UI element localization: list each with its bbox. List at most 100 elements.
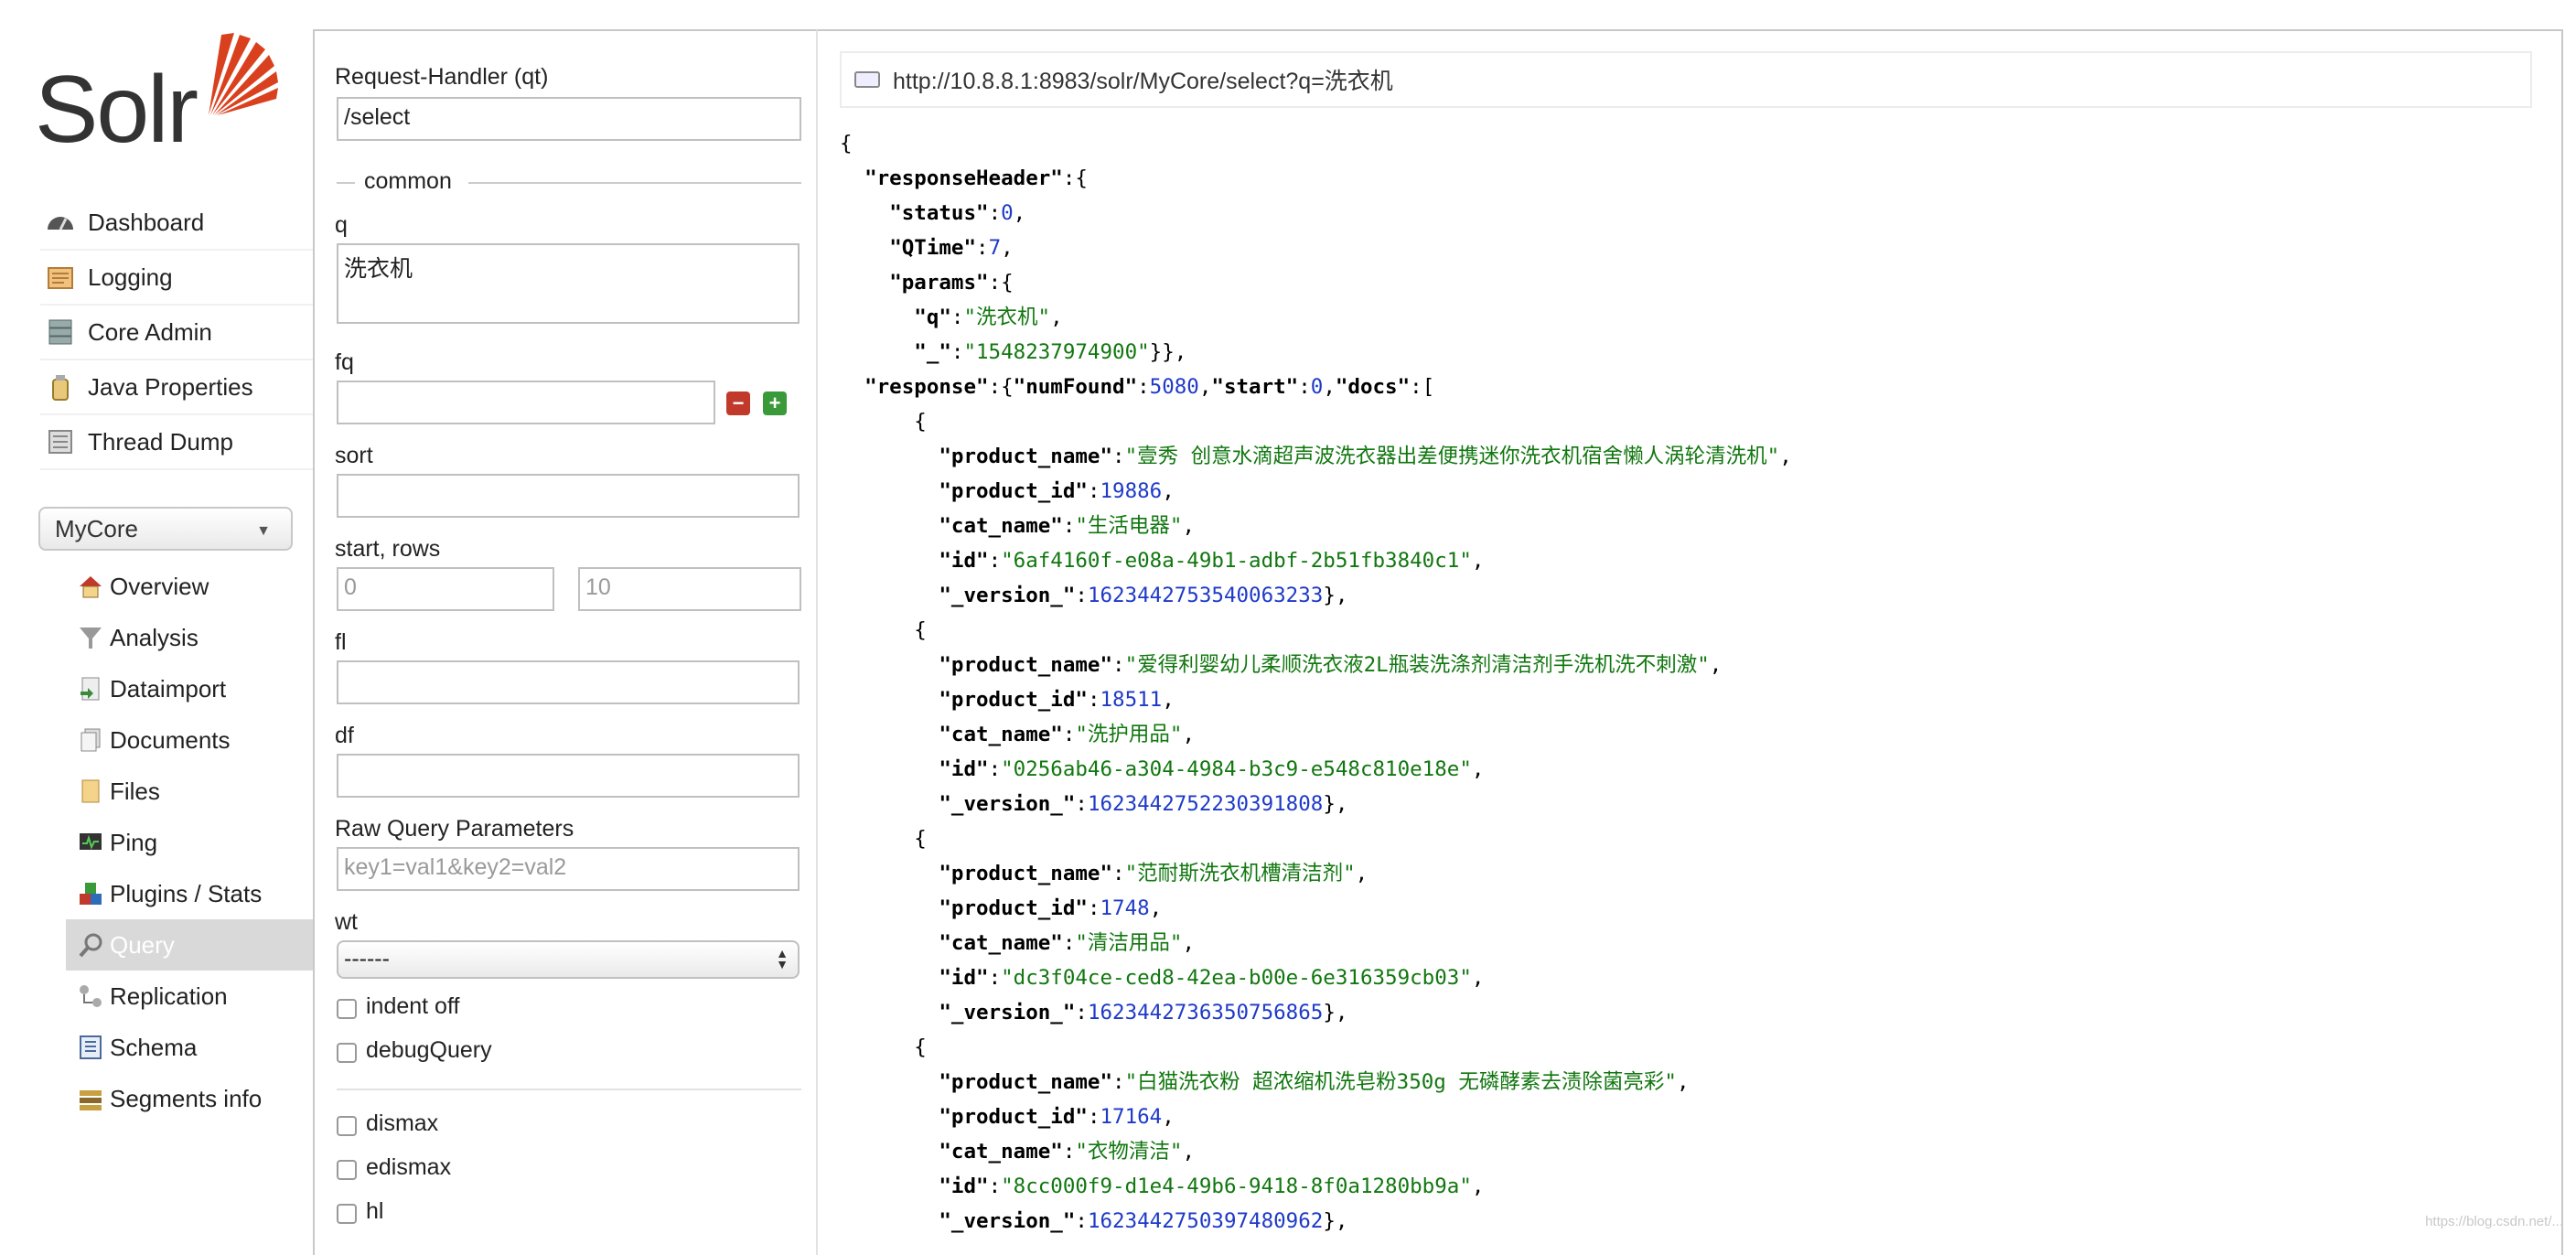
thread-dump-icon: [46, 427, 75, 456]
df-input[interactable]: [337, 754, 800, 798]
core-item-ping[interactable]: Ping: [66, 817, 313, 868]
doc-id: "6af4160f-e08a-49b1-adbf-2b51fb3840c1": [1001, 549, 1472, 573]
doc-id: "dc3f04ce-ced8-42ea-b00e-6e316359cb03": [1001, 966, 1472, 990]
java-properties-icon: [46, 372, 75, 402]
wt-select[interactable]: ------ ▲ ▼: [337, 940, 800, 979]
section-divider: [337, 1089, 801, 1090]
doc-id: "0256ab46-a304-4984-b3c9-e548c810e18e": [1001, 757, 1472, 781]
core-item-schema[interactable]: Schema: [66, 1022, 313, 1073]
analysis-funnel-icon: [77, 624, 104, 651]
wt-label: wt: [335, 909, 358, 935]
doc-version: 1623442752230391808: [1087, 792, 1324, 816]
core-item-label: Schema: [110, 1033, 198, 1061]
core-item-label: Query: [110, 930, 175, 959]
request-handler-input[interactable]: /select: [337, 97, 801, 141]
core-item-segments-info[interactable]: Segments info: [66, 1073, 313, 1124]
ping-icon: [77, 829, 104, 856]
q-label: q: [335, 212, 348, 238]
core-item-label: Replication: [110, 981, 228, 1010]
dismax-checkbox[interactable]: [337, 1116, 357, 1136]
watermark: https://blog.csdn.net/...: [2425, 1214, 2563, 1229]
fq-input[interactable]: [337, 381, 715, 424]
sidebar-item-core-admin[interactable]: Core Admin: [40, 306, 313, 360]
query-form-panel: Request-Handler (qt) /select common q 洗衣…: [313, 29, 816, 1255]
solr-logo[interactable]: Solr: [35, 27, 278, 165]
core-item-label: Plugins / Stats: [110, 879, 263, 907]
doc-product-id: 17164: [1100, 1105, 1163, 1129]
param-q-value: "洗衣机": [963, 306, 1051, 329]
schema-icon: [77, 1034, 104, 1061]
df-label: df: [335, 723, 354, 748]
core-item-label: Overview: [110, 572, 209, 600]
debug-query-checkbox[interactable]: [337, 1043, 357, 1063]
start-input[interactable]: 0: [337, 567, 554, 611]
sidebar-item-dashboard[interactable]: Dashboard: [40, 196, 313, 251]
fieldset-divider: [337, 182, 355, 184]
core-item-analysis[interactable]: Analysis: [66, 612, 313, 663]
files-icon: [77, 778, 104, 805]
doc-product-id: 1748: [1100, 896, 1150, 920]
request-url-link[interactable]: http://10.8.8.1:8983/solr/MyCore/select?…: [840, 51, 2532, 108]
sidebar-item-label: Dashboard: [88, 208, 205, 236]
edismax-checkbox[interactable]: [337, 1160, 357, 1180]
doc-id: "8cc000f9-d1e4-49b6-9418-8f0a1280bb9a": [1001, 1175, 1472, 1198]
sidebar-item-logging[interactable]: Logging: [40, 251, 313, 306]
doc-product-id: 19886: [1100, 479, 1163, 503]
status-value: 0: [1001, 201, 1014, 225]
logging-icon: [46, 263, 75, 292]
start-rows-label: start, rows: [335, 536, 441, 562]
sidebar-item-thread-dump[interactable]: Thread Dump: [40, 415, 313, 470]
documents-icon: [77, 726, 104, 754]
add-fq-button[interactable]: +: [763, 392, 787, 415]
param-underscore-value: "1548237974900": [963, 340, 1150, 364]
sidebar-item-label: Logging: [88, 263, 173, 291]
hl-label: hl: [366, 1198, 384, 1224]
core-item-replication[interactable]: Replication: [66, 971, 313, 1022]
q-textarea[interactable]: 洗衣机: [337, 243, 800, 324]
raw-query-input[interactable]: key1=val1&key2=val2: [337, 847, 800, 891]
select-arrows-icon: ▲ ▼: [776, 946, 789, 971]
chevron-down-icon: ▼: [256, 523, 271, 539]
core-item-label: Analysis: [110, 623, 199, 651]
json-response: { "responseHeader":{ "status":0, "QTime"…: [840, 132, 1792, 1233]
rows-input[interactable]: 10: [578, 567, 801, 611]
core-item-dataimport[interactable]: Dataimport: [66, 663, 313, 714]
fl-input[interactable]: [337, 660, 800, 704]
sidebar: Solr Dashboard Logging Core Admin Java P…: [0, 0, 313, 1237]
doc-product-name: "壹秀 创意水滴超声波洗衣器出差便携迷你洗衣机宿舍懒人涡轮清洗机": [1124, 445, 1780, 468]
request-handler-label: Request-Handler (qt): [335, 64, 549, 90]
dismax-label: dismax: [366, 1110, 439, 1136]
indent-off-checkbox[interactable]: [337, 999, 357, 1019]
solr-sunburst-icon: [209, 33, 278, 115]
wt-select-value: ------: [344, 946, 390, 971]
home-icon: [77, 573, 104, 600]
core-item-overview[interactable]: Overview: [66, 561, 313, 612]
sidebar-item-label: Core Admin: [88, 317, 212, 346]
core-item-query[interactable]: Query: [66, 919, 313, 971]
plugins-icon: [77, 880, 104, 907]
doc-cat-name: "洗护用品": [1075, 723, 1183, 746]
sort-input[interactable]: [337, 474, 800, 518]
fieldset-divider: [468, 182, 801, 184]
sidebar-item-label: Java Properties: [88, 372, 253, 401]
doc-cat-name: "衣物清洁": [1075, 1140, 1183, 1164]
sidebar-item-java-properties[interactable]: Java Properties: [40, 360, 313, 415]
core-item-files[interactable]: Files: [66, 766, 313, 817]
dataimport-icon: [77, 675, 104, 703]
num-found-value: 5080: [1149, 375, 1199, 399]
doc-product-name: "范耐斯洗衣机槽清洁剂": [1124, 862, 1356, 885]
replication-icon: [77, 982, 104, 1010]
fq-label: fq: [335, 349, 354, 375]
raw-query-label: Raw Query Parameters: [335, 816, 574, 842]
remove-fq-button[interactable]: −: [726, 392, 750, 415]
core-item-label: Dataimport: [110, 674, 227, 703]
core-item-plugins-stats[interactable]: Plugins / Stats: [66, 868, 313, 919]
core-admin-icon: [46, 317, 75, 347]
core-item-documents[interactable]: Documents: [66, 714, 313, 766]
start-value: 0: [1310, 375, 1324, 399]
query-magnifier-icon: [77, 931, 104, 959]
minus-icon: −: [732, 392, 745, 414]
hl-checkbox[interactable]: [337, 1204, 357, 1224]
plus-icon: +: [768, 392, 781, 414]
core-selector[interactable]: MyCore ▼: [38, 507, 293, 551]
